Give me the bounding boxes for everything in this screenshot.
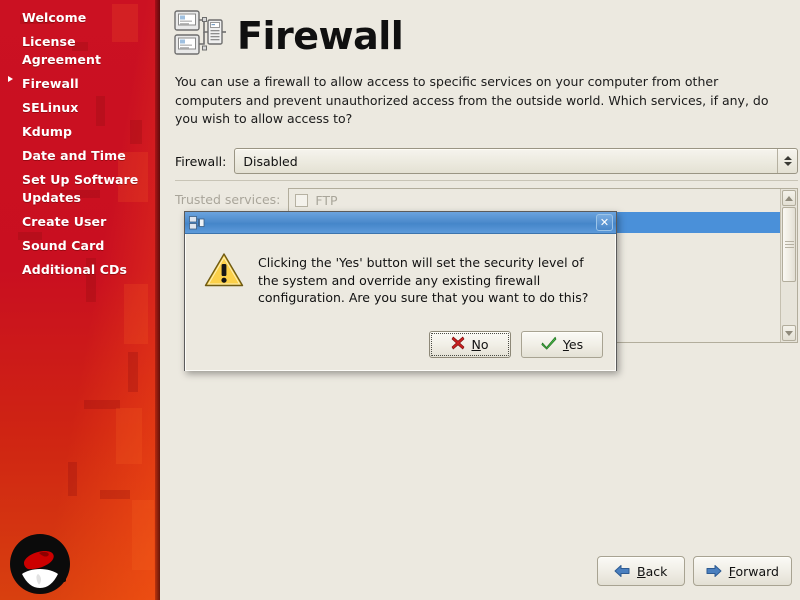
- network-firewall-icon: [173, 8, 227, 63]
- red-x-icon: [451, 336, 465, 353]
- no-button[interactable]: No: [429, 331, 511, 358]
- sidebar-item-label: SELinux: [22, 100, 79, 115]
- close-glyph: ✕: [599, 216, 610, 229]
- yes-button[interactable]: Yes: [521, 331, 603, 358]
- firewall-select-spinner[interactable]: [777, 149, 797, 173]
- firstboot-window: Welcome License Agreement Firewall SELin…: [0, 0, 800, 600]
- sidebar-item-set-up-software-updates[interactable]: Set Up Software Updates: [0, 168, 160, 210]
- forward-button-label: Forward: [728, 563, 779, 579]
- checkbox-icon[interactable]: [295, 194, 309, 207]
- dialog-message-row: Clicking the 'Yes' button will set the s…: [186, 234, 615, 307]
- sidebar-item-sound-card[interactable]: Sound Card: [0, 234, 160, 258]
- scroll-up-arrow-icon[interactable]: [782, 190, 796, 206]
- dialog-message: Clicking the 'Yes' button will set the s…: [258, 255, 589, 305]
- dialog-buttons: No Yes: [429, 331, 603, 358]
- firewall-select[interactable]: Disabled: [234, 148, 798, 174]
- sidebar-item-kdump[interactable]: Kdump: [0, 120, 160, 144]
- sidebar-item-additional-cds[interactable]: Additional CDs: [0, 258, 160, 282]
- sidebar-item-firewall[interactable]: Firewall: [0, 72, 160, 96]
- chevron-up-icon: [783, 156, 792, 160]
- firewall-setting-row: Firewall: Disabled: [175, 148, 798, 174]
- sidebar-item-date-and-time[interactable]: Date and Time: [0, 144, 160, 168]
- no-button-label: No: [471, 337, 489, 352]
- sidebar-item-label: License Agreement: [22, 34, 102, 67]
- scrollbar-track[interactable]: [782, 207, 796, 324]
- scrollbar-grip-icon: [784, 239, 794, 250]
- sidebar-item-label: Set Up Software Updates: [22, 172, 139, 205]
- section-divider: [175, 180, 798, 181]
- sidebar-item-label: Date and Time: [22, 148, 126, 163]
- sidebar-item-selinux[interactable]: SELinux: [0, 96, 160, 120]
- dialog-body: Clicking the 'Yes' button will set the s…: [185, 234, 616, 371]
- network-firewall-icon: [188, 215, 206, 231]
- green-check-icon: [541, 336, 557, 353]
- page-header: Firewall: [173, 8, 404, 63]
- sidebar-item-label: Sound Card: [22, 238, 105, 253]
- sidebar-item-label: Kdump: [22, 124, 73, 139]
- list-item-label: FTP: [315, 193, 338, 208]
- dialog-titlebar[interactable]: ✕: [185, 212, 616, 234]
- sidebar-item-welcome[interactable]: Welcome: [0, 6, 160, 30]
- scrollbar-thumb[interactable]: [782, 207, 796, 282]
- list-item[interactable]: FTP: [289, 189, 797, 212]
- warning-triangle-icon: [204, 252, 244, 307]
- confirm-dialog: ✕ Clicking the 'Yes' button will set the…: [184, 211, 617, 371]
- back-button[interactable]: BBackack: [596, 556, 685, 586]
- arrow-left-icon: [614, 564, 630, 578]
- chevron-down-icon: [783, 162, 792, 166]
- page-title: Firewall: [237, 13, 404, 58]
- page-description: You can use a firewall to allow access t…: [175, 74, 769, 126]
- forward-button[interactable]: Forward: [692, 556, 792, 586]
- arrow-right-icon: [706, 564, 722, 578]
- wizard-nav-list: Welcome License Agreement Firewall SELin…: [0, 6, 160, 282]
- sidebar-item-label: Welcome: [22, 10, 87, 25]
- close-icon[interactable]: ✕: [596, 214, 613, 231]
- sidebar-item-create-user[interactable]: Create User: [0, 210, 160, 234]
- firewall-select-value: Disabled: [243, 153, 298, 169]
- sidebar-item-label: Additional CDs: [22, 262, 128, 277]
- firewall-label: Firewall:: [175, 153, 227, 169]
- red-hat-shadowman-logo: [8, 530, 74, 596]
- sidebar-item-label: Create User: [22, 214, 107, 229]
- yes-button-label: Yes: [562, 337, 584, 352]
- trusted-services-scrollbar[interactable]: [780, 189, 797, 342]
- scroll-down-arrow-icon[interactable]: [782, 325, 796, 341]
- sidebar: Welcome License Agreement Firewall SELin…: [0, 0, 160, 600]
- sidebar-item-license-agreement[interactable]: License Agreement: [0, 30, 160, 72]
- back-button-label: BBackack: [637, 563, 668, 579]
- wizard-navigation-buttons: BBackack Forward: [596, 556, 792, 586]
- current-page-marker-icon: [8, 76, 13, 82]
- sidebar-item-label: Firewall: [22, 76, 79, 91]
